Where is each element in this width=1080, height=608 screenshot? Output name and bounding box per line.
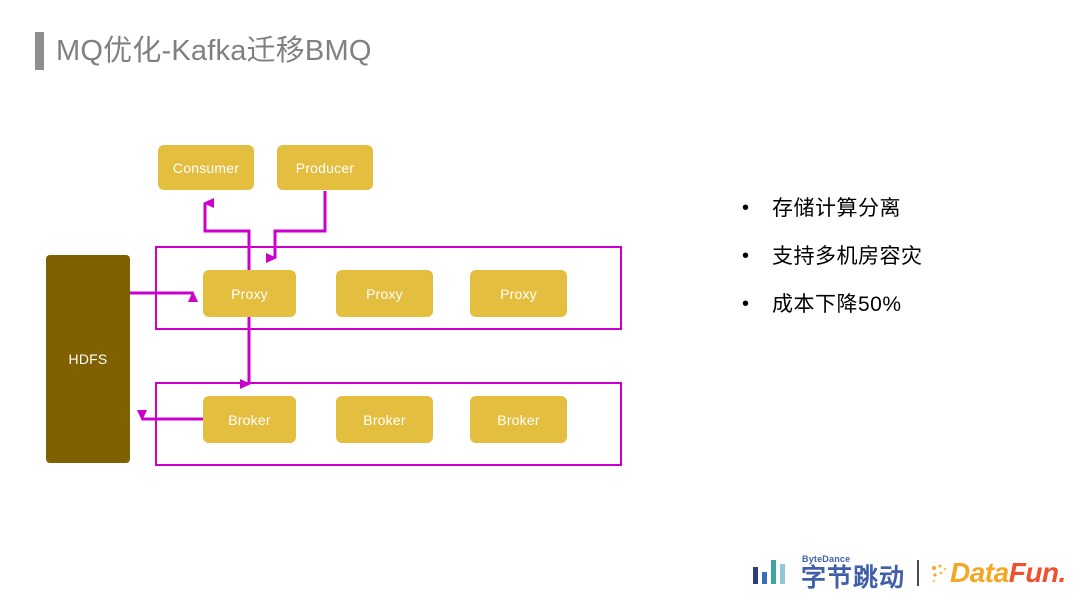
node-broker-1[interactable]: Broker bbox=[203, 396, 296, 443]
bytedance-chinese-label: 字节跳动 bbox=[801, 564, 906, 592]
bullet-text: 支持多机房容灾 bbox=[772, 245, 923, 269]
bullet-marker-icon: • bbox=[742, 293, 750, 316]
bytedance-mark-icon bbox=[753, 560, 785, 584]
feature-bullet-list: • 存储计算分离 • 支持多机房容灾 • 成本下降50% bbox=[742, 196, 1042, 341]
bytedance-wordmark: ByteDance 字节跳动 bbox=[801, 555, 905, 591]
node-producer-label: Producer bbox=[295, 159, 355, 176]
bytedance-english-label: ByteDance bbox=[802, 554, 851, 564]
datafun-logo: DataFun. bbox=[930, 559, 1066, 587]
bullet-text: 成本下降50% bbox=[772, 293, 902, 317]
node-proxy-2-label: Proxy bbox=[366, 285, 403, 302]
node-producer[interactable]: Producer bbox=[277, 145, 373, 190]
node-broker-3-label: Broker bbox=[497, 411, 540, 428]
bullet-marker-icon: • bbox=[742, 197, 750, 219]
datafun-fun-label: Fun. bbox=[1008, 557, 1067, 588]
node-proxy-1[interactable]: Proxy bbox=[203, 270, 296, 317]
node-proxy-3-label: Proxy bbox=[500, 285, 537, 302]
node-consumer[interactable]: Consumer bbox=[158, 145, 254, 190]
node-proxy-2[interactable]: Proxy bbox=[336, 270, 433, 317]
bullet-item: • 支持多机房容灾 bbox=[742, 244, 1042, 269]
node-proxy-3[interactable]: Proxy bbox=[470, 270, 567, 317]
node-consumer-label: Consumer bbox=[172, 159, 240, 176]
node-broker-2-label: Broker bbox=[363, 411, 406, 428]
bullet-item: • 成本下降50% bbox=[742, 292, 1042, 317]
node-broker-2[interactable]: Broker bbox=[336, 396, 433, 443]
bytedance-logo: ByteDance 字节跳动 bbox=[752, 555, 905, 591]
bullet-text: 存储计算分离 bbox=[772, 197, 901, 220]
bullet-item: • 存储计算分离 bbox=[742, 196, 1042, 221]
bullet-marker-icon: • bbox=[742, 245, 750, 268]
node-hdfs[interactable]: HDFS bbox=[46, 255, 130, 463]
node-hdfs-label: HDFS bbox=[68, 351, 108, 367]
node-broker-3[interactable]: Broker bbox=[470, 396, 567, 443]
datafun-wordmark: DataFun. bbox=[950, 559, 1066, 587]
architecture-diagram: HDFS Consumer Producer Proxy Proxy Proxy… bbox=[0, 0, 700, 500]
datafun-data-label: Data bbox=[950, 557, 1009, 588]
node-broker-1-label: Broker bbox=[228, 411, 271, 428]
logo-divider bbox=[917, 560, 920, 586]
datafun-dots-icon bbox=[932, 564, 947, 583]
node-proxy-1-label: Proxy bbox=[231, 285, 268, 302]
footer-logo-bar: ByteDance 字节跳动 DataFun. bbox=[752, 548, 1066, 598]
